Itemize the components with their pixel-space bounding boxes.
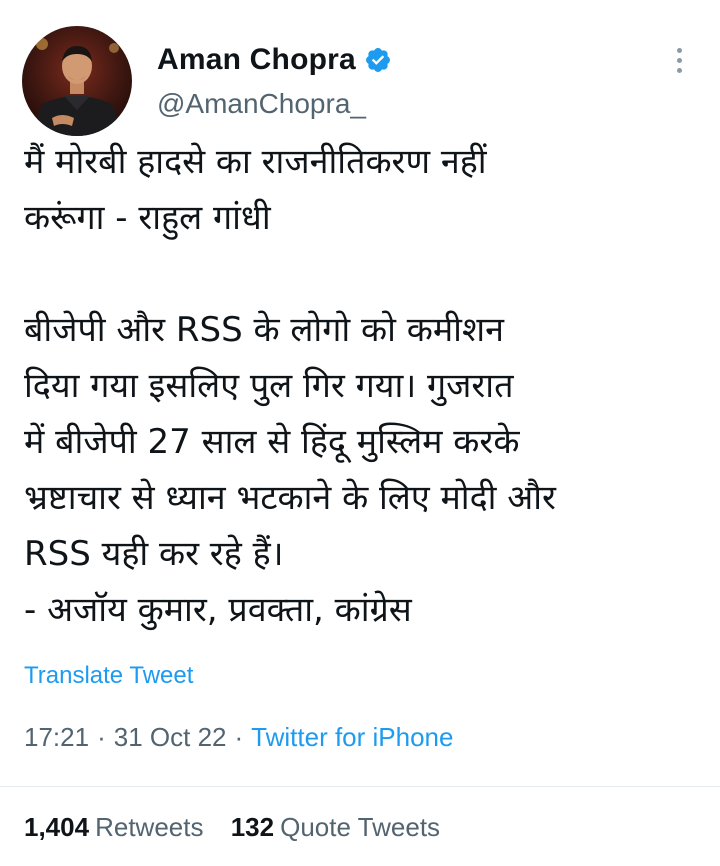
tweet-source-link[interactable]: Twitter for iPhone bbox=[251, 722, 453, 752]
tweet-meta: 17:21 · 31 Oct 22 · Twitter for iPhone bbox=[24, 722, 453, 753]
divider bbox=[0, 786, 720, 787]
tweet-line: भ्रष्टाचार से ध्यान भटकाने के लिए मोदी औ… bbox=[24, 478, 556, 518]
tweet-line: - अजॉय कुमार, प्रवक्ता, कांग्रेस bbox=[24, 590, 412, 630]
quote-tweets-stat[interactable]: 132 Quote Tweets bbox=[231, 812, 440, 843]
tweet-time[interactable]: 17:21 bbox=[24, 722, 89, 752]
author-name[interactable]: Aman Chopra bbox=[157, 43, 356, 77]
quote-tweets-count: 132 bbox=[230, 812, 275, 842]
tweet-line: दिया गया इसलिए पुल गिर गया। गुजरात bbox=[24, 366, 514, 406]
author-name-row[interactable]: Aman Chopra bbox=[157, 40, 392, 80]
translate-tweet-link[interactable]: Translate Tweet bbox=[24, 662, 193, 690]
avatar[interactable] bbox=[22, 26, 132, 136]
more-options-icon[interactable] bbox=[664, 40, 694, 80]
tweet-line: करूंगा - राहुल गांधी bbox=[24, 198, 271, 238]
tweet-line: मैं मोरबी हादसे का राजनीतिकरण नहीं bbox=[24, 142, 487, 182]
tweet-line: RSS यही कर रहे हैं। bbox=[24, 534, 284, 574]
retweets-count: 1,404 bbox=[24, 812, 90, 842]
author-handle[interactable]: @AmanChopra_ bbox=[157, 88, 366, 120]
tweet-date[interactable]: 31 Oct 22 bbox=[114, 722, 227, 752]
meta-separator: · bbox=[234, 722, 244, 752]
tweet-stats: 1,404 Retweets 132 Quote Tweets bbox=[24, 812, 460, 843]
tweet-text: मैं मोरबी हादसे का राजनीतिकरण नहीं करूंग… bbox=[24, 134, 704, 638]
retweets-label: Retweets bbox=[95, 812, 204, 842]
avatar-image bbox=[22, 26, 132, 136]
retweets-stat[interactable]: 1,404 Retweets bbox=[24, 812, 203, 843]
verified-badge-icon bbox=[364, 46, 392, 74]
more-dot bbox=[676, 57, 682, 63]
more-dot bbox=[676, 47, 682, 53]
quote-tweets-label: Quote Tweets bbox=[280, 812, 441, 842]
meta-separator: · bbox=[97, 722, 106, 752]
more-dot bbox=[676, 67, 682, 73]
tweet-line: बीजेपी और RSS के लोगो को कमीशन bbox=[24, 310, 504, 350]
tweet-line: में बीजेपी 27 साल से हिंदू मुस्लिम करके bbox=[24, 422, 520, 462]
